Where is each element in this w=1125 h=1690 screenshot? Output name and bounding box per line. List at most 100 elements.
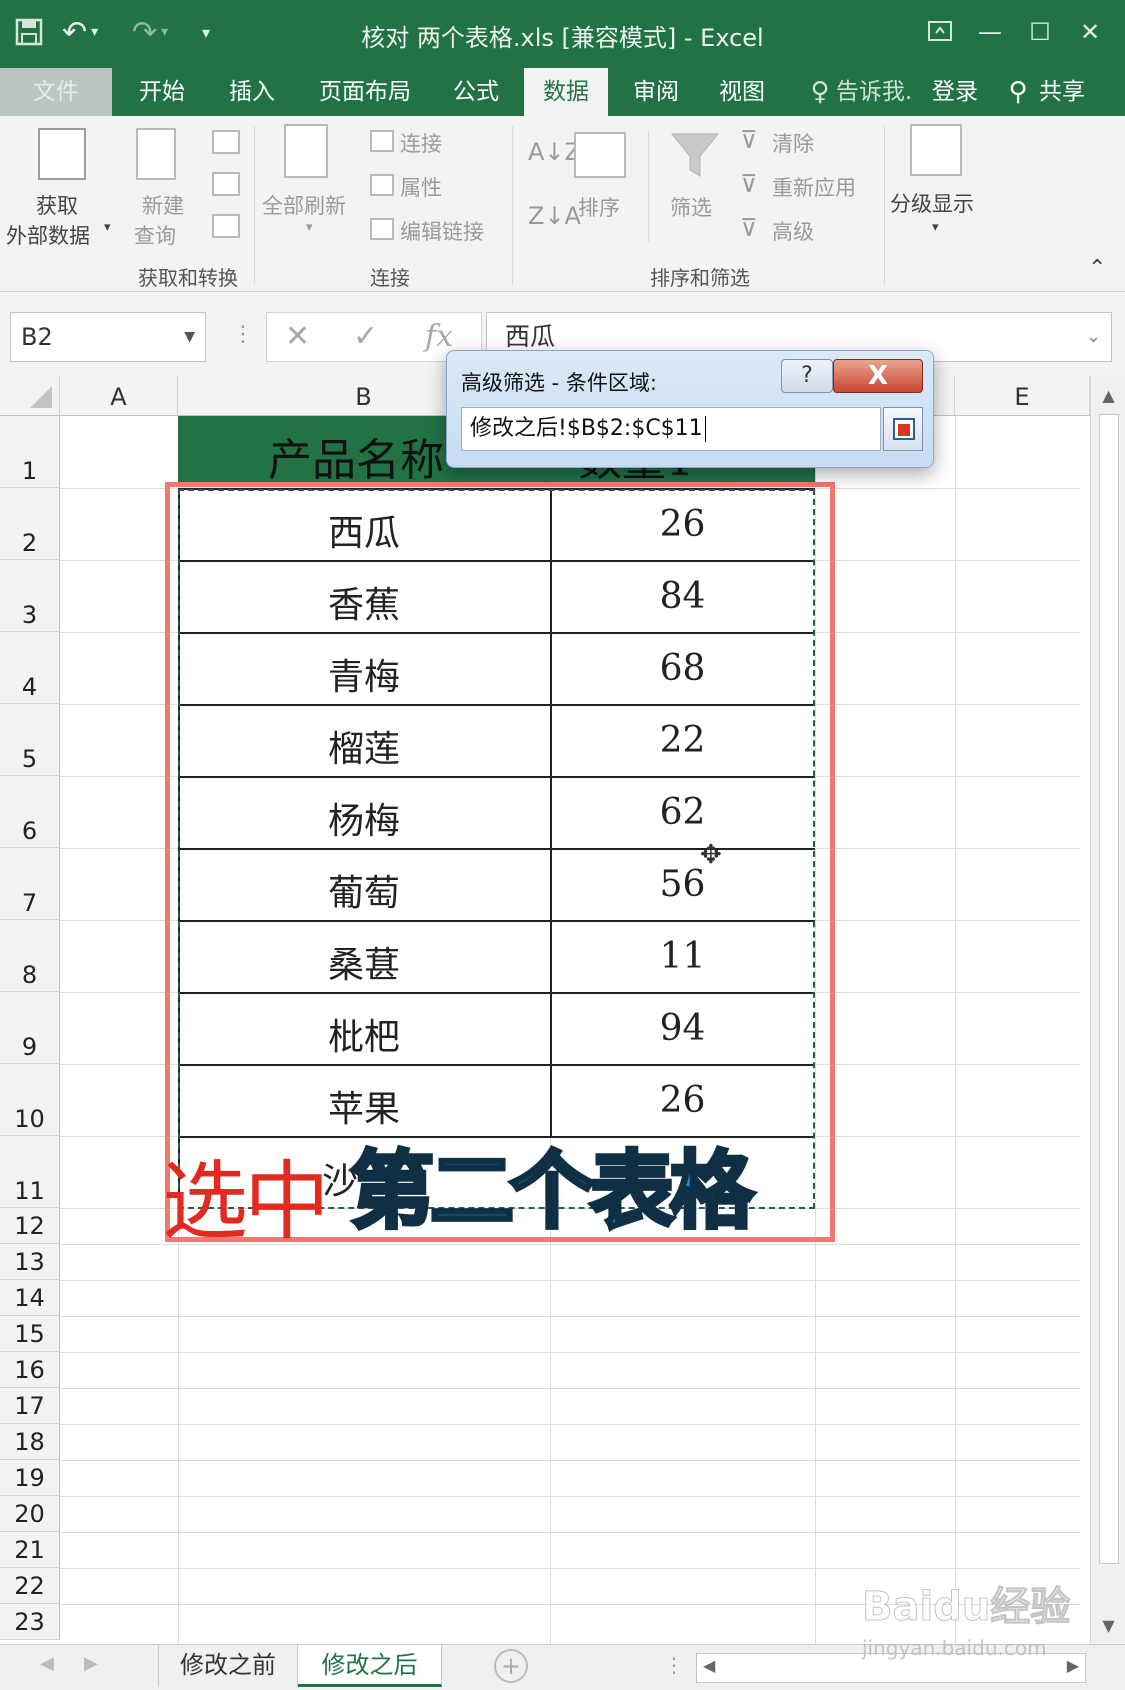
select-all-corner[interactable] [0,376,60,416]
title-bar: ↶ ▾ ↷ ▾ ▾ 核对 两个表格.xls [兼容模式] - Excel — ☐ ✕ [0,0,1125,68]
group-label-sort-filter: 排序和筛选 [650,266,750,290]
tab-review[interactable]: 审阅 [616,68,696,116]
add-sheet-icon[interactable]: + [494,1649,528,1683]
advanced-filter-dialog: 高级筛选 - 条件区域: ? X 修改之后!$B$2:$C$11 [446,350,934,468]
edit-links-icon [370,218,394,240]
row-header[interactable]: 14 [0,1280,60,1316]
row-header[interactable]: 1 [0,416,60,488]
row-header[interactable]: 3 [0,560,60,632]
row-header[interactable]: 21 [0,1532,60,1568]
filter-label: 筛选 [670,196,712,220]
spreadsheet-grid[interactable]: A B C D E 1 2 3 4 5 6 7 8 9 10 11 12 13 … [0,376,1090,1644]
expand-formula-icon[interactable]: ⌄ [1086,313,1101,361]
tab-formulas[interactable]: 公式 [436,68,516,116]
row-header[interactable]: 9 [0,992,60,1064]
tab-data[interactable]: 数据 [524,68,608,116]
chevron-down-icon: ▾ [932,220,939,235]
collapse-ribbon-icon[interactable]: ⌃ [1088,256,1106,281]
properties-button[interactable]: 属性 [400,172,442,202]
share-button[interactable]: 共享 [1030,68,1094,116]
criteria-range-input[interactable]: 修改之后!$B$2:$C$11 [461,407,881,451]
text-caret [704,416,706,442]
row-header[interactable]: 5 [0,704,60,776]
dialog-close-button[interactable]: X [833,359,923,393]
column-header-e[interactable]: E [955,376,1090,416]
connections-icon [370,130,394,152]
vertical-scrollbar[interactable]: ▲ ▼ [1090,376,1125,1644]
expand-dialog-button[interactable] [883,407,923,451]
scroll-right-icon[interactable]: ▶ [1067,1656,1079,1675]
tab-view[interactable]: 视图 [702,68,782,116]
row-header[interactable]: 2 [0,488,60,560]
row-header[interactable]: 6 [0,776,60,848]
document-icon [38,128,86,180]
row-header[interactable]: 22 [0,1568,60,1604]
sheet-tab-after[interactable]: 修改之后 [298,1645,442,1687]
separator [254,126,255,284]
row-header[interactable]: 8 [0,920,60,992]
row-header[interactable]: 7 [0,848,60,920]
show-queries-icon[interactable] [212,130,240,154]
outline-label: 分级显示 [890,192,974,216]
overlay-caption-select: 选中 [162,1152,330,1252]
scroll-thumb[interactable] [1099,414,1119,1564]
sheet-tab-before[interactable]: 修改之前 [158,1645,298,1687]
tell-me-search[interactable]: 告诉我. [834,68,914,116]
cancel-icon[interactable]: ✕ [285,319,310,354]
clear-button[interactable]: 清除 [772,128,814,158]
row-header[interactable]: 19 [0,1460,60,1496]
minimize-icon[interactable]: — [970,12,1010,52]
splitter-dots-icon[interactable]: ⋮ [664,1653,684,1677]
help-button[interactable]: ? [781,359,833,393]
enter-icon[interactable]: ✓ [353,319,378,354]
row-header[interactable]: 10 [0,1064,60,1136]
row-header[interactable]: 17 [0,1388,60,1424]
database-icon [136,128,176,180]
ribbon-display-icon[interactable] [920,12,960,52]
tab-insert[interactable]: 插入 [212,68,292,116]
row-header[interactable]: 16 [0,1352,60,1388]
connections-button[interactable]: 连接 [400,128,442,158]
recent-sources-icon[interactable] [212,214,240,238]
tab-home[interactable]: 开始 [122,68,202,116]
prev-sheet-icon[interactable]: ◀ [40,1653,54,1674]
sort-dialog-icon [574,132,626,178]
from-table-icon[interactable] [212,172,240,196]
baidu-watermark-url: jingyan.baidu.com [862,1636,1047,1660]
row-header[interactable]: 15 [0,1316,60,1352]
get-external-label-1: 获取 [36,194,78,218]
column-header-a[interactable]: A [60,376,178,416]
row-header[interactable]: 4 [0,632,60,704]
insert-function-icon[interactable]: fx [425,319,453,354]
edit-links-button[interactable]: 编辑链接 [400,216,484,246]
row-header[interactable]: 11 [0,1136,60,1208]
scroll-down-icon[interactable]: ▼ [1091,1616,1125,1635]
scroll-up-icon[interactable]: ▲ [1091,386,1125,405]
reapply-button[interactable]: 重新应用 [772,172,856,202]
row-header[interactable]: 18 [0,1424,60,1460]
advanced-filter-button[interactable]: 高级 [772,216,814,246]
arrow-icon [898,424,910,436]
baidu-watermark: Baidu经验 [861,1584,1071,1631]
login-link[interactable]: 登录 [920,68,990,116]
maximize-icon[interactable]: ☐ [1020,12,1060,52]
advanced-filter-icon: ⊽ [740,214,758,242]
more-dots-icon: ⋮ [232,322,254,347]
scroll-left-icon[interactable]: ◀ [703,1656,715,1675]
tab-file[interactable]: 文件 [0,68,112,116]
row-header[interactable]: 13 [0,1244,60,1280]
row-header[interactable]: 12 [0,1208,60,1244]
next-sheet-icon[interactable]: ▶ [84,1653,98,1674]
sort-descending-icon[interactable]: Z↓A [528,202,581,230]
name-box[interactable]: B2 ▼ [10,312,206,362]
separator [648,132,649,242]
row-header[interactable]: 20 [0,1496,60,1532]
close-icon[interactable]: ✕ [1070,12,1110,52]
tab-page-layout[interactable]: 页面布局 [306,68,424,116]
gridline [60,1460,1080,1461]
refresh-icon [284,124,328,178]
chevron-down-icon[interactable]: ▼ [184,313,195,361]
chevron-down-icon: ▾ [306,220,313,235]
row-header[interactable]: 23 [0,1604,60,1640]
gridline [60,1568,1080,1569]
